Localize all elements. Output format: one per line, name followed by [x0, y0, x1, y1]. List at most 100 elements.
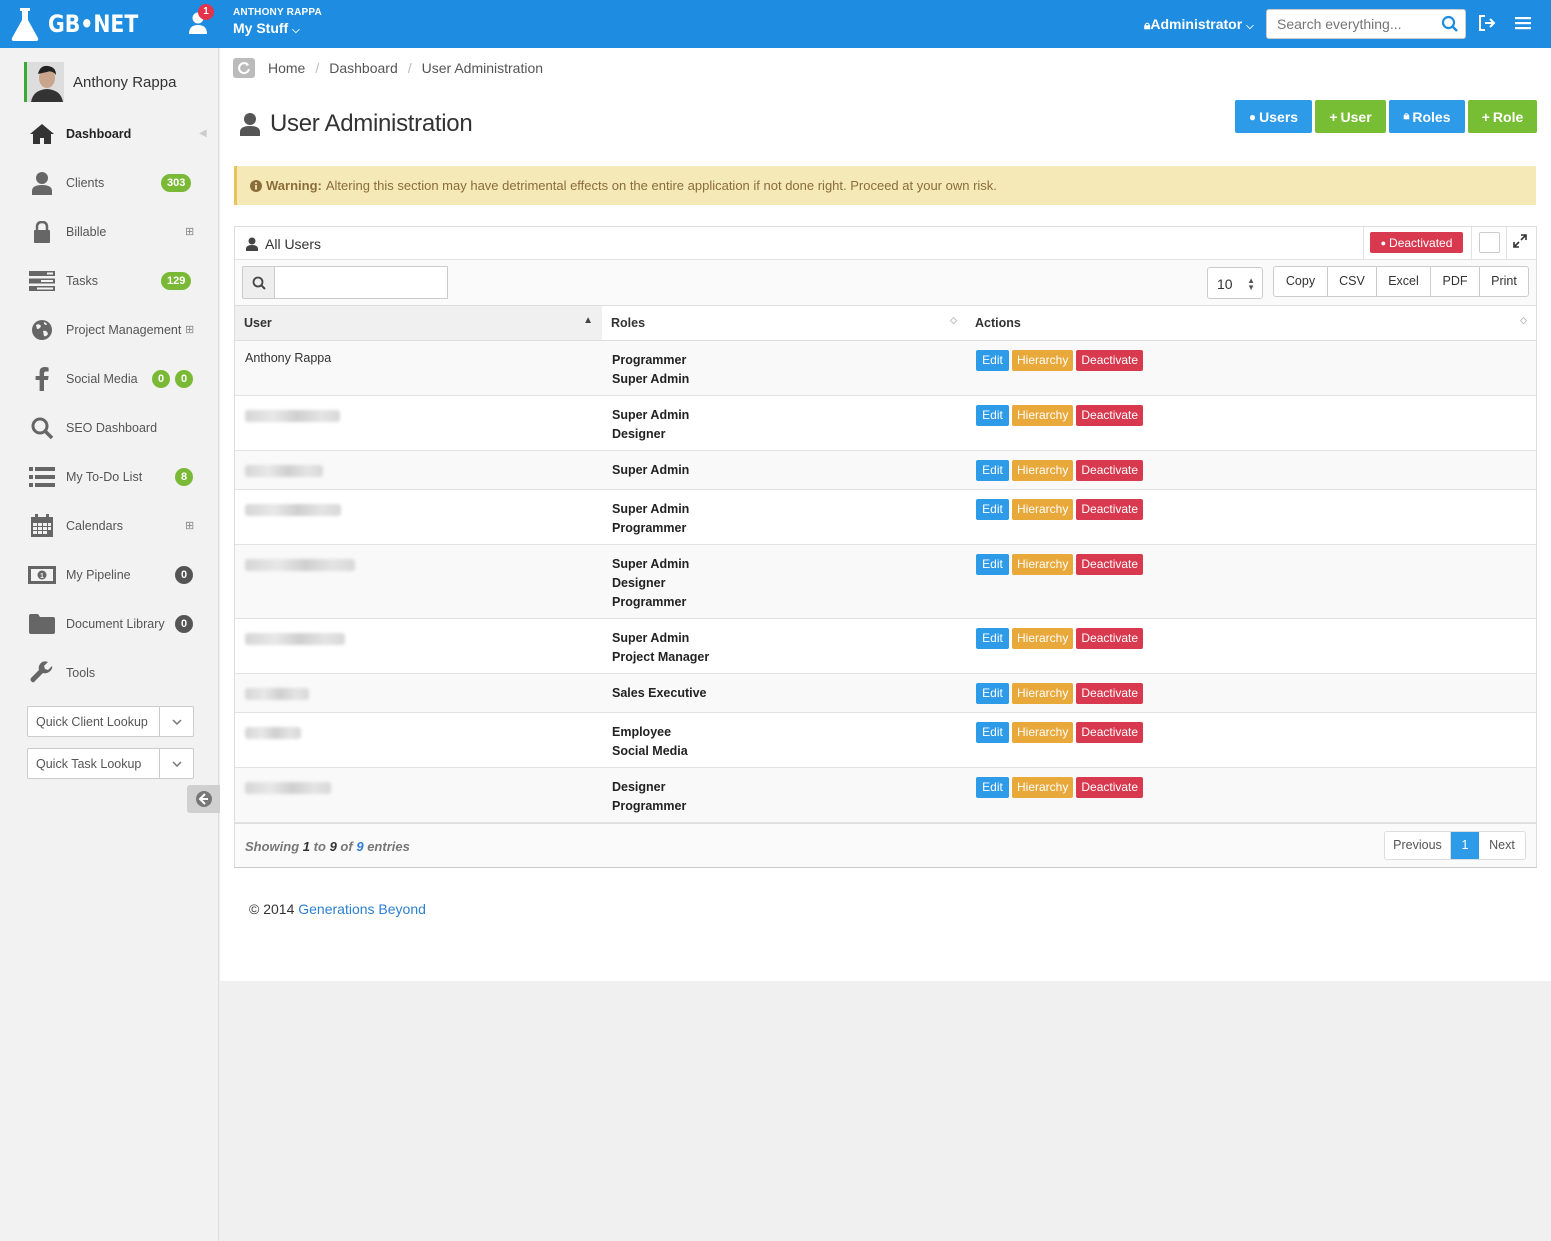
pagination-previous[interactable]: Previous [1385, 832, 1451, 859]
sidebar-item-billable[interactable]: Billable ⊞ [0, 207, 219, 256]
hierarchy-button[interactable]: Hierarchy [1012, 459, 1074, 481]
sidebar-item-calendars[interactable]: Calendars ⊞ [0, 501, 219, 550]
panel-checkbox[interactable] [1479, 232, 1500, 253]
deactivate-button[interactable]: Deactivate [1076, 349, 1144, 371]
deactivated-filter-button[interactable]: ● Deactivated [1370, 232, 1463, 253]
edit-button[interactable]: Edit [976, 627, 1009, 649]
edit-button[interactable]: Edit [976, 553, 1009, 575]
edit-button[interactable]: Edit [976, 776, 1009, 798]
pdf-button[interactable]: PDF [1431, 267, 1480, 296]
select-arrows-icon: ▲ ▼ [1247, 276, 1255, 292]
add-role-button[interactable]: + Role [1468, 100, 1537, 133]
hierarchy-button[interactable]: Hierarchy [1012, 349, 1074, 371]
sidebar-item-my-pipeline[interactable]: 1 My Pipeline 0 [0, 550, 219, 599]
flask-icon [11, 8, 39, 41]
table-row: Super Admin Programmer Edit Hierarchy Deacti… [235, 489, 1536, 545]
sidebar-item-tasks[interactable]: Tasks 129 [0, 256, 219, 305]
table-search-input[interactable] [274, 266, 448, 299]
column-header-user[interactable]: User ▲ [235, 306, 602, 341]
expand-icon[interactable]: ⊞ [185, 225, 194, 238]
global-search-input[interactable] [1267, 10, 1432, 38]
expand-icon[interactable] [1513, 234, 1527, 248]
sidebar-profile[interactable]: Anthony Rappa [24, 62, 176, 102]
chevron-down-icon[interactable] [159, 707, 193, 736]
roles-cell: Super Admin [602, 450, 966, 490]
sidebar-item-todo-list[interactable]: My To-Do List 8 [0, 452, 219, 501]
sidebar-item-document-library[interactable]: Document Library 0 [0, 599, 219, 648]
user-icon [240, 113, 260, 136]
hierarchy-button[interactable]: Hierarchy [1012, 682, 1074, 704]
copyright-text: © 2014 [249, 901, 295, 917]
csv-button[interactable]: CSV [1328, 267, 1377, 296]
hierarchy-button[interactable]: Hierarchy [1012, 627, 1074, 649]
list-icon [28, 463, 56, 491]
expand-icon[interactable]: ⊞ [185, 323, 194, 336]
copy-button[interactable]: Copy [1274, 267, 1328, 296]
table-row: Anthony Rappa Programmer Super Admin Edit Hi… [235, 340, 1536, 396]
user-menu[interactable]: ANTHONY RAPPA My Stuff ⌵ [233, 7, 322, 36]
company-link[interactable]: Generations Beyond [298, 901, 426, 917]
quick-client-lookup[interactable]: Quick Client Lookup [27, 706, 194, 737]
hierarchy-button[interactable]: Hierarchy [1012, 553, 1074, 575]
hamburger-menu-icon[interactable] [1514, 14, 1532, 32]
deactivate-button[interactable]: Deactivate [1076, 682, 1144, 704]
deactivate-button[interactable]: Deactivate [1076, 459, 1144, 481]
plus-icon: + [1481, 108, 1490, 125]
sidebar-item-social-media[interactable]: Social Media 0 0 [0, 354, 219, 403]
hierarchy-button[interactable]: Hierarchy [1012, 776, 1074, 798]
roles-button[interactable]: 🔒︎ Roles [1389, 100, 1465, 133]
edit-button[interactable]: Edit [976, 498, 1009, 520]
warning-label: Warning: [266, 178, 322, 193]
hierarchy-button[interactable]: Hierarchy [1012, 404, 1074, 426]
breadcrumb-separator: / [315, 60, 320, 76]
edit-button[interactable]: Edit [976, 721, 1009, 743]
pagination-next[interactable]: Next [1479, 832, 1525, 859]
deactivate-button[interactable]: Deactivate [1076, 553, 1144, 575]
deactivate-button[interactable]: Deactivate [1076, 498, 1144, 520]
page-length-select[interactable]: 10 ▲ ▼ [1207, 267, 1263, 299]
actions-cell: Edit Hierarchy Deactivate [966, 767, 1536, 823]
chevron-down-icon[interactable] [159, 749, 193, 778]
edit-button[interactable]: Edit [976, 682, 1009, 704]
expand-icon[interactable]: ⊞ [185, 519, 194, 532]
search-icon[interactable] [1441, 15, 1459, 33]
deactivate-button[interactable]: Deactivate [1076, 776, 1144, 798]
table-row: Super Admin Designer Edit Hierarchy Deactiva… [235, 395, 1536, 451]
app-logo[interactable]: GB•NET [10, 4, 154, 44]
column-header-label: Roles [611, 315, 646, 330]
role-dropdown[interactable]: 🔒︎Administrator ⌵ [1144, 16, 1254, 33]
logout-icon[interactable] [1478, 14, 1496, 32]
collapse-sidebar-button[interactable] [187, 785, 220, 813]
sidebar-item-dashboard[interactable]: Dashboard ◀ [0, 109, 219, 158]
excel-button[interactable]: Excel [1377, 267, 1431, 296]
column-header-actions[interactable]: Actions ◇ [966, 306, 1536, 341]
users-button[interactable]: ● Users [1235, 100, 1312, 133]
sidebar-item-seo-dashboard[interactable]: SEO Dashboard [0, 403, 219, 452]
column-header-roles[interactable]: Roles ◇ [602, 306, 966, 341]
edit-button[interactable]: Edit [976, 349, 1009, 371]
roles-cell: Super Admin Designer Programmer [602, 544, 966, 619]
chevron-down-icon: ⌵ [1246, 21, 1254, 32]
sidebar-item-label: Billable [66, 224, 107, 239]
sidebar-item-tools[interactable]: Tools [0, 648, 219, 697]
print-button[interactable]: Print [1480, 267, 1528, 296]
add-user-button[interactable]: + User [1315, 100, 1386, 133]
search-icon [242, 266, 275, 299]
sidebar-item-project-management[interactable]: Project Management ⊞ [0, 305, 219, 354]
pagination-page-1[interactable]: 1 [1451, 832, 1479, 859]
edit-button[interactable]: Edit [976, 404, 1009, 426]
hierarchy-button[interactable]: Hierarchy [1012, 721, 1074, 743]
deactivate-button[interactable]: Deactivate [1076, 627, 1144, 649]
my-stuff-dropdown[interactable]: My Stuff ⌵ [233, 20, 322, 36]
edit-button[interactable]: Edit [976, 459, 1009, 481]
refresh-icon[interactable] [233, 58, 255, 78]
breadcrumb-home[interactable]: Home [268, 60, 305, 76]
hierarchy-button[interactable]: Hierarchy [1012, 498, 1074, 520]
deactivate-button[interactable]: Deactivate [1076, 404, 1144, 426]
quick-task-lookup[interactable]: Quick Task Lookup [27, 748, 194, 779]
deactivate-button[interactable]: Deactivate [1076, 721, 1144, 743]
roles-cell: Employee Social Media [602, 712, 966, 768]
sidebar-item-clients[interactable]: Clients 303 [0, 158, 219, 207]
breadcrumb-dashboard[interactable]: Dashboard [329, 60, 398, 76]
role-name: Programmer [612, 798, 687, 813]
